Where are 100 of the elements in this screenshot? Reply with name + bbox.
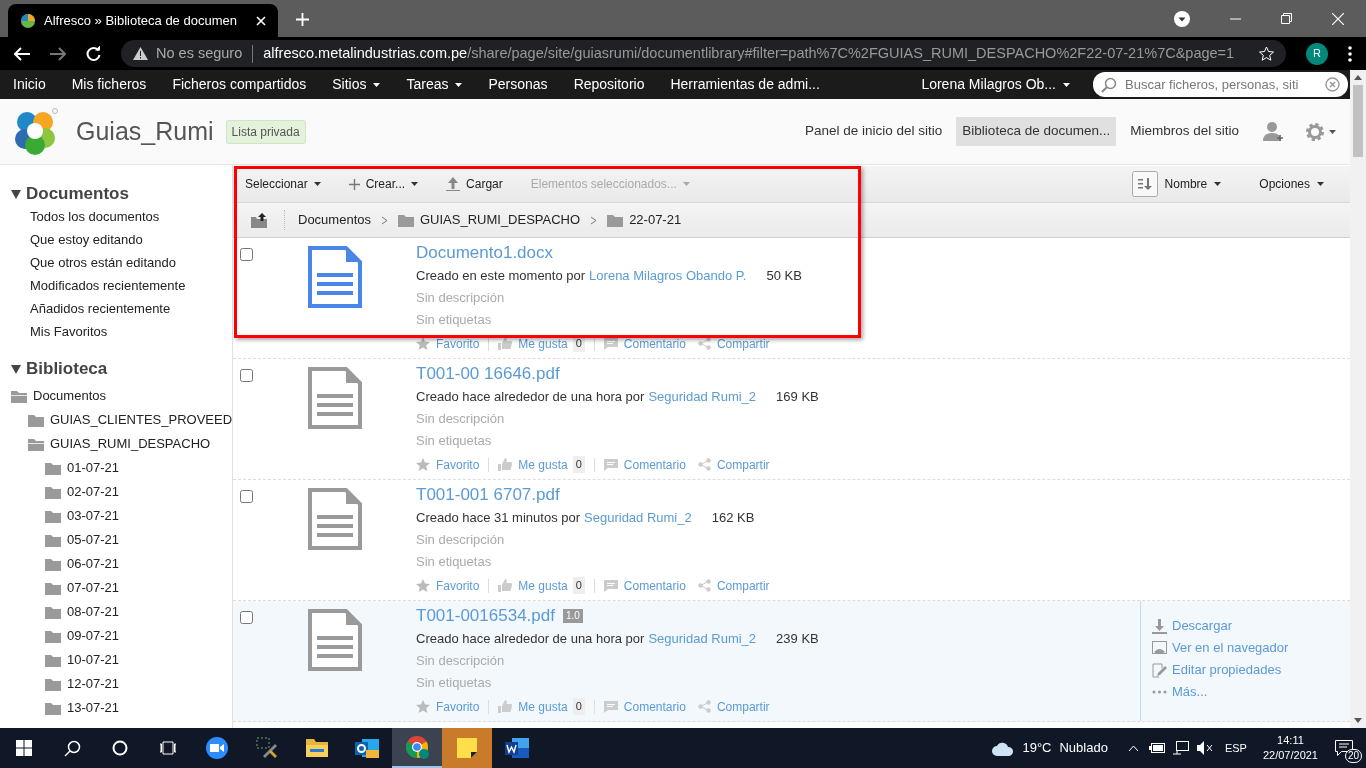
star-icon[interactable]: [1259, 46, 1274, 61]
filter-link[interactable]: Que estoy editando: [0, 228, 232, 251]
sort-menu[interactable]: Nombre: [1164, 175, 1222, 193]
scroll-down-icon[interactable]: [1354, 718, 1362, 723]
tree-item[interactable]: Documentos: [33, 386, 106, 406]
nav-menu-item[interactable]: Inicio: [0, 74, 59, 95]
sort-direction-icon[interactable]: [1131, 171, 1158, 197]
expand-icon[interactable]: [10, 363, 22, 375]
filter-link[interactable]: Añadidos recientemente: [0, 297, 232, 320]
description-text: Sin descripción: [416, 410, 506, 428]
tree-item[interactable]: 05-07-21: [67, 530, 120, 550]
chevron-up-icon[interactable]: [1127, 744, 1139, 752]
notification-count: 20: [1344, 749, 1362, 763]
back-icon[interactable]: [14, 46, 30, 61]
settings-menu[interactable]: [1305, 121, 1336, 142]
minimize-icon[interactable]: [1230, 17, 1241, 20]
close-icon[interactable]: [1332, 12, 1344, 25]
breadcrumb-link[interactable]: GUIAS_RUMI_DESPACHO: [420, 210, 581, 230]
toolbar-button[interactable]: Cargar: [446, 175, 503, 193]
search-box[interactable]: Buscar ficheros, personas, siti: [1093, 72, 1348, 97]
nav-menu-item[interactable]: Ficheros compartidos: [159, 74, 320, 95]
toolbar-button[interactable]: Crear...: [348, 175, 419, 193]
search-field[interactable]: Buscar ficheros, personas, siti: [1125, 74, 1317, 95]
toolbar-button[interactable]: Seleccionar: [245, 175, 321, 193]
row-checkbox[interactable]: [240, 490, 253, 503]
breadcrumb-link[interactable]: 22-07-21: [629, 210, 682, 230]
chevron-icon: [381, 215, 388, 225]
star-icon: [416, 579, 430, 592]
close-icon[interactable]: [256, 15, 266, 26]
network-icon[interactable]: [1172, 741, 1189, 755]
thumbs-up-icon: [498, 458, 513, 471]
breadcrumb-link[interactable]: Documentos: [298, 210, 371, 230]
filter-link[interactable]: Modificados recientemente: [0, 274, 232, 297]
row-checkbox[interactable]: [240, 248, 253, 261]
nav-menu-item[interactable]: Personas: [475, 74, 561, 95]
filter-link[interactable]: Todos los documentos: [0, 205, 232, 228]
user-menu[interactable]: Lorena Milagros Ob...: [908, 74, 1083, 95]
cloud-icon: [992, 740, 1015, 756]
filter-link[interactable]: Que otros están editando: [0, 251, 232, 274]
tree-item[interactable]: 12-07-21: [67, 674, 120, 694]
profile-avatar[interactable]: R: [1306, 42, 1328, 65]
tree-item[interactable]: 10-07-21: [67, 650, 120, 670]
tree-item[interactable]: 09-07-21: [67, 626, 120, 646]
clock[interactable]: 14:11 22/07/2021: [1262, 733, 1318, 763]
caret-icon: [1317, 182, 1324, 186]
search-icon: [1101, 76, 1117, 93]
settings-icon: [1305, 121, 1325, 142]
star-icon: [416, 458, 430, 471]
file-size: 162 KB: [711, 509, 755, 528]
nav-menu-item[interactable]: Tareas: [393, 74, 476, 95]
nav-menu-item[interactable]: Sitios: [319, 74, 394, 95]
comment-icon: [603, 579, 618, 592]
nav-menu-item[interactable]: Repositorio: [560, 74, 658, 95]
browser-tab[interactable]: Alfresco » Biblioteca de documen: [8, 4, 278, 37]
scrollbar[interactable]: [1350, 70, 1366, 728]
forward-icon[interactable]: [50, 46, 66, 61]
menu-icon[interactable]: [1348, 45, 1352, 62]
address-bar[interactable]: No es seguro alfresco.metalindustrias.com.pe/share/page/site/guiasrumi/documentlibrary#filter=path%7C%2FGUIAS_RUMI_DESPACHO%2F22-07-21%7C&page=1: [121, 40, 1286, 67]
row-checkbox[interactable]: [240, 369, 253, 382]
tags-text: Sin etiquetas: [416, 432, 493, 450]
tree-item[interactable]: 02-07-21: [67, 482, 120, 502]
add-user-icon[interactable]: [1263, 120, 1285, 143]
mail-icon: [354, 736, 380, 760]
section-heading: Biblioteca: [26, 358, 108, 381]
more-icon: [1152, 690, 1167, 694]
tab-search-icon[interactable]: [1174, 10, 1190, 27]
options-menu[interactable]: Opciones: [1259, 175, 1324, 193]
clear-icon[interactable]: [1325, 77, 1340, 92]
thumbs-up-icon: [498, 700, 513, 713]
restore-icon[interactable]: [1281, 13, 1292, 24]
scroll-up-icon[interactable]: [1354, 75, 1362, 80]
battery-icon[interactable]: [1148, 743, 1165, 753]
temperature-text: 19°C: [1022, 739, 1052, 758]
filter-link[interactable]: Mis Favoritos: [0, 320, 232, 343]
tab-title: Alfresco » Biblioteca de documen: [44, 11, 238, 30]
tree-item[interactable]: GUIAS_CLIENTES_PROVEED: [50, 410, 232, 430]
tree-item[interactable]: 08-07-21: [67, 602, 120, 622]
tree-item[interactable]: 03-07-21: [67, 506, 120, 526]
parent-folder-icon[interactable]: [251, 212, 267, 228]
document-icon: [308, 246, 362, 308]
row-checkbox[interactable]: [240, 611, 253, 624]
scrollbar-thumb[interactable]: [1353, 85, 1363, 157]
expand-icon[interactable]: [10, 188, 22, 200]
nav-menu-item[interactable]: Herramientas de admi...: [657, 74, 833, 95]
muted-speaker-icon[interactable]: [1196, 741, 1213, 755]
nav-menu-item[interactable]: Mis ficheros: [58, 74, 160, 95]
created-info: Creado hace alrededor de una hora por: [416, 630, 645, 649]
tree-item[interactable]: GUIAS_RUMI_DESPACHO: [50, 434, 211, 454]
site-nav-link[interactable]: Panel de inicio del sitio: [799, 117, 949, 146]
new-tab-icon[interactable]: [296, 13, 309, 26]
tree-item[interactable]: 07-07-21: [67, 578, 120, 598]
tree-item[interactable]: 06-07-21: [67, 554, 120, 574]
created-info: Creado en este momento por: [416, 267, 586, 286]
like-count: 0: [572, 456, 585, 473]
tree-item[interactable]: 13-07-21: [67, 698, 120, 718]
site-nav-link[interactable]: Miembros del sitio: [1124, 117, 1245, 146]
reload-icon[interactable]: [86, 46, 101, 61]
language-indicator[interactable]: ESP: [1224, 739, 1247, 757]
site-nav-link[interactable]: Biblioteca de documen...: [956, 117, 1117, 146]
tree-item[interactable]: 01-07-21: [67, 458, 120, 478]
